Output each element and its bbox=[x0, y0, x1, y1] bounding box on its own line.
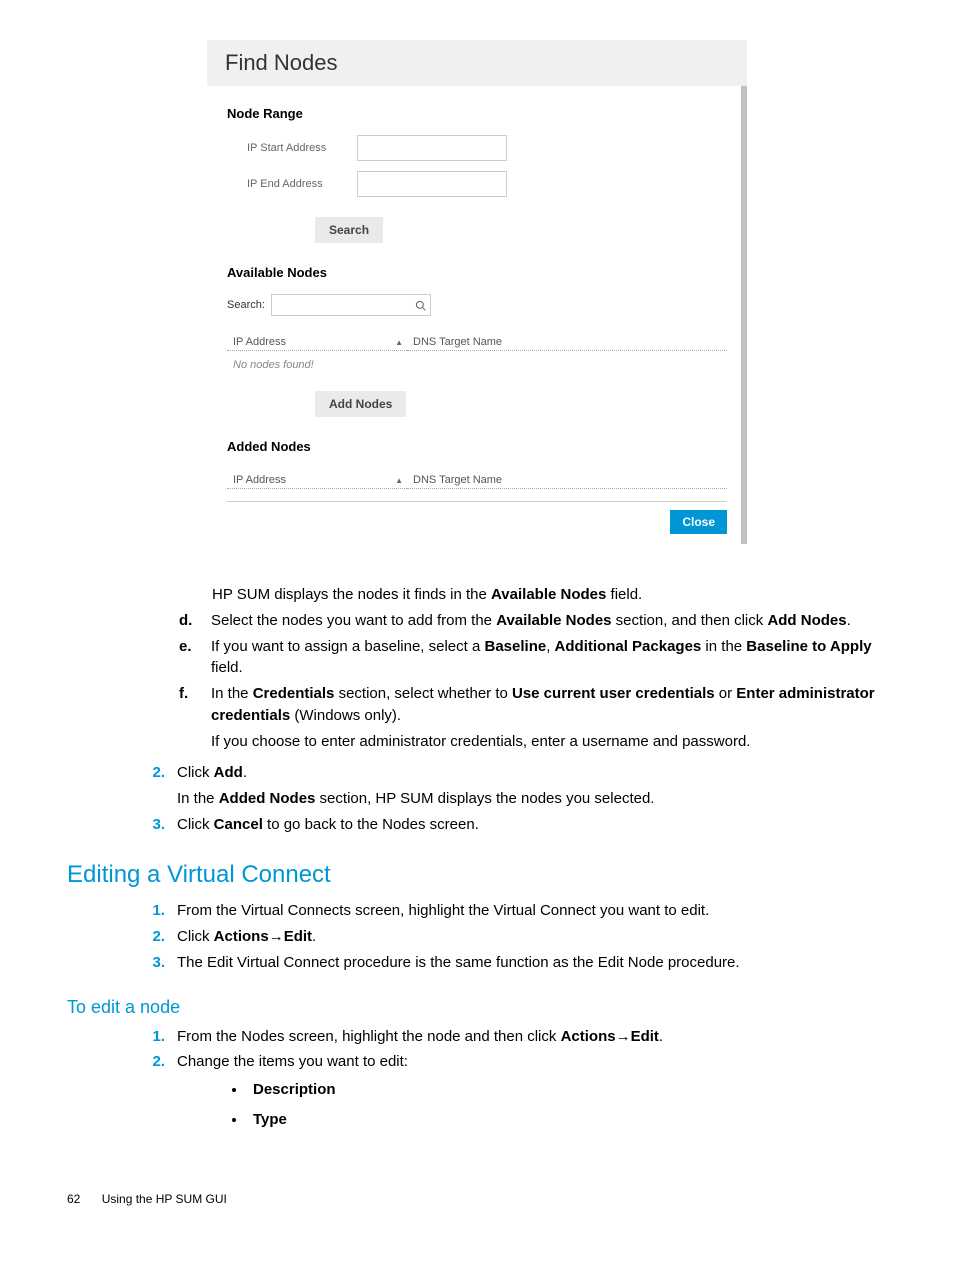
add-nodes-button-row: Add Nodes bbox=[227, 391, 727, 417]
search-input[interactable] bbox=[271, 294, 431, 316]
add-nodes-button[interactable]: Add Nodes bbox=[315, 391, 406, 417]
search-icon bbox=[415, 300, 426, 311]
alpha-list: d. Select the nodes you want to add from… bbox=[179, 610, 887, 753]
list-item: 3. Click Cancel to go back to the Nodes … bbox=[145, 814, 887, 836]
list-item: 2. Change the items you want to edit: bbox=[145, 1051, 887, 1073]
numbered-list: 2. Click Add. In the Added Nodes section… bbox=[145, 762, 887, 835]
ip-end-label: IP End Address bbox=[227, 178, 357, 190]
sort-icon: ▲ bbox=[395, 476, 403, 485]
added-table-header: IP Address ▲ DNS Target Name bbox=[227, 472, 727, 489]
list-item: 1. From the Nodes screen, highlight the … bbox=[145, 1026, 887, 1048]
ip-start-input[interactable] bbox=[357, 135, 507, 161]
node-range-heading: Node Range bbox=[227, 106, 727, 121]
heading-edit-node: To edit a node bbox=[67, 994, 887, 1020]
dialog-body: Node Range IP Start Address IP End Addre… bbox=[207, 86, 747, 544]
list-item: 2. Click Add. In the Added Nodes section… bbox=[145, 762, 887, 810]
list-item: 2. Click Actions→Edit. bbox=[145, 926, 887, 948]
added-col-ip-header[interactable]: IP Address ▲ bbox=[227, 472, 407, 489]
added-col-dns-header[interactable]: DNS Target Name bbox=[407, 472, 727, 489]
list-item: Description bbox=[247, 1079, 887, 1101]
search-button-row: Search bbox=[227, 217, 727, 243]
dialog-footer: Close bbox=[227, 501, 727, 534]
available-nodes-heading: Available Nodes bbox=[227, 265, 727, 280]
sort-icon: ▲ bbox=[395, 338, 403, 347]
paragraph: HP SUM displays the nodes it finds in th… bbox=[212, 584, 887, 606]
footer-text: Using the HP SUM GUI bbox=[102, 1192, 227, 1206]
document-body: HP SUM displays the nodes it finds in th… bbox=[67, 584, 887, 1208]
list-item: d. Select the nodes you want to add from… bbox=[179, 610, 887, 632]
ip-end-input[interactable] bbox=[357, 171, 507, 197]
col-dns-header[interactable]: DNS Target Name bbox=[407, 334, 727, 351]
page-number: 62 bbox=[67, 1192, 80, 1206]
search-row: Search: bbox=[227, 294, 727, 316]
page-footer: 62 Using the HP SUM GUI bbox=[67, 1191, 887, 1208]
available-table-header: IP Address ▲ DNS Target Name bbox=[227, 334, 727, 351]
close-button[interactable]: Close bbox=[670, 510, 727, 534]
vc-numbered-list: 1. From the Virtual Connects screen, hig… bbox=[145, 900, 887, 973]
col-ip-label: IP Address bbox=[233, 336, 286, 348]
list-item: 1. From the Virtual Connects screen, hig… bbox=[145, 900, 887, 922]
search-button[interactable]: Search bbox=[315, 217, 383, 243]
ip-end-row: IP End Address bbox=[227, 171, 727, 197]
edit-node-list: 1. From the Nodes screen, highlight the … bbox=[145, 1026, 887, 1074]
list-item: f. In the Credentials section, select wh… bbox=[179, 683, 887, 752]
heading-editing-vc: Editing a Virtual Connect bbox=[67, 858, 887, 893]
ip-start-row: IP Start Address bbox=[227, 135, 727, 161]
list-item: Type bbox=[247, 1109, 887, 1131]
find-nodes-dialog: Find Nodes Node Range IP Start Address I… bbox=[207, 40, 747, 544]
list-item: e. If you want to assign a baseline, sel… bbox=[179, 636, 887, 680]
search-label: Search: bbox=[227, 299, 265, 311]
added-col-ip-label: IP Address bbox=[233, 474, 286, 486]
bullet-list: Description Type bbox=[247, 1079, 887, 1131]
added-nodes-heading: Added Nodes bbox=[227, 439, 727, 454]
col-ip-header[interactable]: IP Address ▲ bbox=[227, 334, 407, 351]
scrollbar[interactable] bbox=[741, 86, 747, 544]
no-nodes-text: No nodes found! bbox=[227, 351, 727, 371]
dialog-title: Find Nodes bbox=[207, 40, 747, 86]
list-item: 3. The Edit Virtual Connect procedure is… bbox=[145, 952, 887, 974]
ip-start-label: IP Start Address bbox=[227, 142, 357, 154]
